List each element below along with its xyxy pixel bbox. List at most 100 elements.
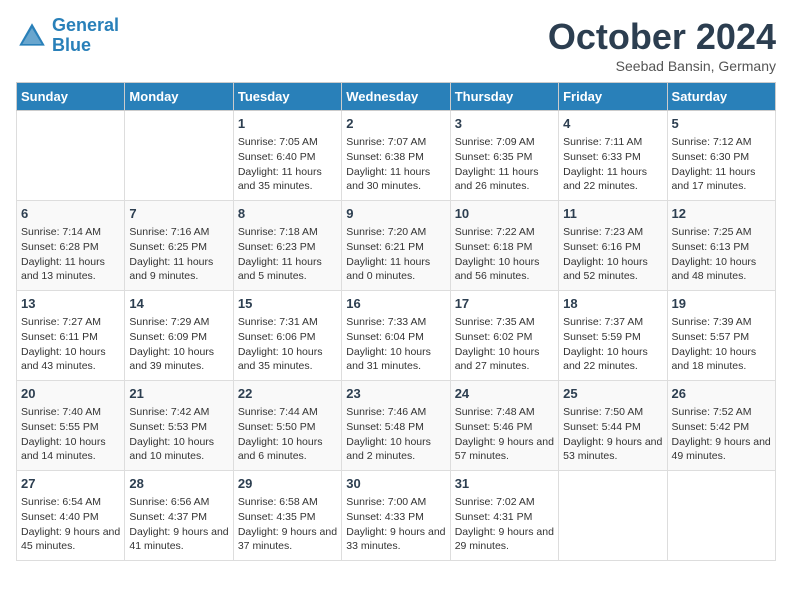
day-info: Sunrise: 7:22 AM Sunset: 6:18 PM Dayligh… (455, 225, 554, 284)
day-info: Sunrise: 7:11 AM Sunset: 6:33 PM Dayligh… (563, 135, 662, 194)
title-block: October 2024 Seebad Bansin, Germany (548, 16, 776, 74)
day-number: 10 (455, 205, 554, 223)
day-number: 28 (129, 475, 228, 493)
day-info: Sunrise: 7:52 AM Sunset: 5:42 PM Dayligh… (672, 405, 771, 464)
day-info: Sunrise: 7:46 AM Sunset: 5:48 PM Dayligh… (346, 405, 445, 464)
weekday-header-friday: Friday (559, 83, 667, 111)
day-cell: 11Sunrise: 7:23 AM Sunset: 6:16 PM Dayli… (559, 201, 667, 291)
day-cell (17, 111, 125, 201)
day-number: 19 (672, 295, 771, 313)
day-cell: 9 Sunrise: 7:20 AM Sunset: 6:21 PM Daylig… (342, 201, 450, 291)
day-cell: 19 Sunrise: 7:39 AM Sunset: 5:57 PM Dayli… (667, 291, 775, 381)
day-number: 5 (672, 115, 771, 133)
day-cell (125, 111, 233, 201)
day-number: 14 (129, 295, 228, 313)
day-number: 29 (238, 475, 337, 493)
day-number: 24 (455, 385, 554, 403)
logo-icon (16, 20, 48, 52)
day-info: Sunrise: 6:58 AM Sunset: 4:35 PM Dayligh… (238, 495, 337, 554)
day-info: Sunrise: 7:12 AM Sunset: 6:30 PM Dayligh… (672, 135, 771, 194)
day-number: 31 (455, 475, 554, 493)
day-number: 21 (129, 385, 228, 403)
day-cell: 4 Sunrise: 7:11 AM Sunset: 6:33 PM Daylig… (559, 111, 667, 201)
weekday-header-tuesday: Tuesday (233, 83, 341, 111)
page-header: General Blue October 2024 Seebad Bansin,… (16, 16, 776, 74)
day-number: 13 (21, 295, 120, 313)
day-cell: 8Sunrise: 7:18 AM Sunset: 6:23 PM Daylig… (233, 201, 341, 291)
week-row-4: 20 Sunrise: 7:40 AM Sunset: 5:55 PM Dayli… (17, 381, 776, 471)
day-info: Sunrise: 7:37 AM Sunset: 5:59 PM Dayligh… (563, 315, 662, 374)
day-info: Sunrise: 7:02 AM Sunset: 4:31 PM Dayligh… (455, 495, 554, 554)
day-cell: 29 Sunrise: 6:58 AM Sunset: 4:35 PM Dayli… (233, 471, 341, 561)
day-cell: 1 Sunrise: 7:05 AM Sunset: 6:40 PM Daylig… (233, 111, 341, 201)
day-cell: 24Sunrise: 7:48 AM Sunset: 5:46 PM Dayli… (450, 381, 558, 471)
day-cell: 3 Sunrise: 7:09 AM Sunset: 6:35 PM Daylig… (450, 111, 558, 201)
day-number: 4 (563, 115, 662, 133)
logo-text: General Blue (52, 16, 119, 56)
day-info: Sunrise: 6:56 AM Sunset: 4:37 PM Dayligh… (129, 495, 228, 554)
day-number: 8 (238, 205, 337, 223)
day-number: 9 (346, 205, 445, 223)
day-info: Sunrise: 7:39 AM Sunset: 5:57 PM Dayligh… (672, 315, 771, 374)
day-info: Sunrise: 7:40 AM Sunset: 5:55 PM Dayligh… (21, 405, 120, 464)
day-info: Sunrise: 7:50 AM Sunset: 5:44 PM Dayligh… (563, 405, 662, 464)
day-info: Sunrise: 7:00 AM Sunset: 4:33 PM Dayligh… (346, 495, 445, 554)
day-number: 20 (21, 385, 120, 403)
day-number: 2 (346, 115, 445, 133)
day-cell: 15Sunrise: 7:31 AM Sunset: 6:06 PM Dayli… (233, 291, 341, 381)
day-info: Sunrise: 7:16 AM Sunset: 6:25 PM Dayligh… (129, 225, 228, 284)
day-number: 27 (21, 475, 120, 493)
day-info: Sunrise: 7:33 AM Sunset: 6:04 PM Dayligh… (346, 315, 445, 374)
day-number: 16 (346, 295, 445, 313)
weekday-header-wednesday: Wednesday (342, 83, 450, 111)
day-cell: 31 Sunrise: 7:02 AM Sunset: 4:31 PM Dayli… (450, 471, 558, 561)
day-number: 7 (129, 205, 228, 223)
location-subtitle: Seebad Bansin, Germany (548, 58, 776, 74)
day-number: 1 (238, 115, 337, 133)
day-number: 3 (455, 115, 554, 133)
logo-line1: General (52, 15, 119, 35)
day-number: 30 (346, 475, 445, 493)
day-cell: 6Sunrise: 7:14 AM Sunset: 6:28 PM Daylig… (17, 201, 125, 291)
day-cell: 20 Sunrise: 7:40 AM Sunset: 5:55 PM Dayli… (17, 381, 125, 471)
day-info: Sunrise: 6:54 AM Sunset: 4:40 PM Dayligh… (21, 495, 120, 554)
day-cell: 21Sunrise: 7:42 AM Sunset: 5:53 PM Dayli… (125, 381, 233, 471)
day-cell: 30 Sunrise: 7:00 AM Sunset: 4:33 PM Dayli… (342, 471, 450, 561)
day-info: Sunrise: 7:25 AM Sunset: 6:13 PM Dayligh… (672, 225, 771, 284)
week-row-1: 1 Sunrise: 7:05 AM Sunset: 6:40 PM Daylig… (17, 111, 776, 201)
day-info: Sunrise: 7:27 AM Sunset: 6:11 PM Dayligh… (21, 315, 120, 374)
logo-line2: Blue (52, 35, 91, 55)
day-info: Sunrise: 7:35 AM Sunset: 6:02 PM Dayligh… (455, 315, 554, 374)
day-cell (667, 471, 775, 561)
day-info: Sunrise: 7:29 AM Sunset: 6:09 PM Dayligh… (129, 315, 228, 374)
day-cell: 26 Sunrise: 7:52 AM Sunset: 5:42 PM Dayli… (667, 381, 775, 471)
day-cell: 16 Sunrise: 7:33 AM Sunset: 6:04 PM Dayli… (342, 291, 450, 381)
day-info: Sunrise: 7:09 AM Sunset: 6:35 PM Dayligh… (455, 135, 554, 194)
day-cell: 14 Sunrise: 7:29 AM Sunset: 6:09 PM Dayli… (125, 291, 233, 381)
day-info: Sunrise: 7:31 AM Sunset: 6:06 PM Dayligh… (238, 315, 337, 374)
day-cell: 13 Sunrise: 7:27 AM Sunset: 6:11 PM Dayli… (17, 291, 125, 381)
day-cell: 10 Sunrise: 7:22 AM Sunset: 6:18 PM Dayli… (450, 201, 558, 291)
day-number: 18 (563, 295, 662, 313)
day-info: Sunrise: 7:07 AM Sunset: 6:38 PM Dayligh… (346, 135, 445, 194)
weekday-header-row: SundayMondayTuesdayWednesdayThursdayFrid… (17, 83, 776, 111)
day-cell: 12Sunrise: 7:25 AM Sunset: 6:13 PM Dayli… (667, 201, 775, 291)
day-info: Sunrise: 7:44 AM Sunset: 5:50 PM Dayligh… (238, 405, 337, 464)
day-cell: 2 Sunrise: 7:07 AM Sunset: 6:38 PM Daylig… (342, 111, 450, 201)
day-number: 23 (346, 385, 445, 403)
day-info: Sunrise: 7:20 AM Sunset: 6:21 PM Dayligh… (346, 225, 445, 284)
day-info: Sunrise: 7:05 AM Sunset: 6:40 PM Dayligh… (238, 135, 337, 194)
day-cell: 17Sunrise: 7:35 AM Sunset: 6:02 PM Dayli… (450, 291, 558, 381)
calendar-table: SundayMondayTuesdayWednesdayThursdayFrid… (16, 82, 776, 561)
week-row-5: 27 Sunrise: 6:54 AM Sunset: 4:40 PM Dayli… (17, 471, 776, 561)
month-title: October 2024 (548, 16, 776, 58)
calendar-body: 1 Sunrise: 7:05 AM Sunset: 6:40 PM Daylig… (17, 111, 776, 561)
day-number: 26 (672, 385, 771, 403)
week-row-2: 6Sunrise: 7:14 AM Sunset: 6:28 PM Daylig… (17, 201, 776, 291)
day-cell: 23 Sunrise: 7:46 AM Sunset: 5:48 PM Dayli… (342, 381, 450, 471)
day-number: 11 (563, 205, 662, 223)
week-row-3: 13 Sunrise: 7:27 AM Sunset: 6:11 PM Dayli… (17, 291, 776, 381)
day-number: 25 (563, 385, 662, 403)
day-cell: 18 Sunrise: 7:37 AM Sunset: 5:59 PM Dayli… (559, 291, 667, 381)
weekday-header-monday: Monday (125, 83, 233, 111)
